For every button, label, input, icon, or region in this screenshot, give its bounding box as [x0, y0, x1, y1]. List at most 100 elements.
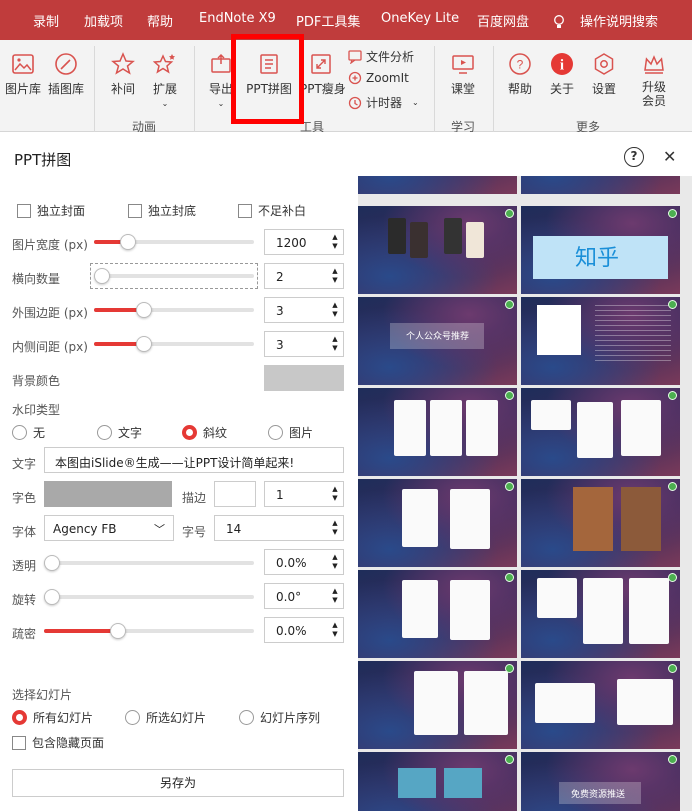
check-icon: [505, 664, 514, 673]
file-analysis-button[interactable]: 文件分析: [348, 48, 414, 65]
rotation-slider[interactable]: [44, 588, 254, 606]
include-hidden-checkbox[interactable]: 包含隐藏页面: [12, 734, 104, 751]
chevron-down-icon: ﹀: [154, 523, 165, 536]
spin-arrows-icon[interactable]: ▲ ▼: [330, 553, 340, 571]
watermark-diagonal-radio[interactable]: 斜纹: [182, 424, 227, 441]
all-slides-radio[interactable]: 所有幻灯片: [12, 709, 93, 726]
slide-thumbnail[interactable]: [521, 661, 680, 749]
slider-handle[interactable]: [120, 234, 136, 250]
slide-thumbnail[interactable]: [521, 388, 680, 476]
ppt-slim-button[interactable]: PPT瘦身: [300, 52, 346, 97]
rotation-label: 旋转: [12, 593, 37, 607]
slide-thumbnail[interactable]: 免费资源推送: [521, 752, 680, 811]
classroom-button[interactable]: 课堂: [446, 52, 480, 97]
slide-sequence-radio[interactable]: 幻灯片序列: [239, 709, 320, 726]
slider-handle[interactable]: [136, 302, 152, 318]
standalone-cover-checkbox[interactable]: 独立封面: [17, 202, 85, 219]
slide-thumbnail[interactable]: [358, 570, 517, 658]
slide-thumbnail[interactable]: [521, 479, 680, 567]
question-icon: ?: [509, 53, 531, 75]
slider-handle[interactable]: [44, 589, 60, 605]
help-icon[interactable]: ?: [624, 147, 644, 167]
slider-handle[interactable]: [44, 555, 60, 571]
about-button[interactable]: i 关于: [546, 52, 578, 97]
image-width-spinbox[interactable]: 1200 ▲ ▼: [264, 229, 344, 255]
spin-arrows-icon[interactable]: ▲ ▼: [330, 267, 340, 285]
zoomit-button[interactable]: ZoomIt: [348, 71, 409, 85]
density-slider[interactable]: [44, 622, 254, 640]
menu-addins[interactable]: 加载项: [84, 11, 123, 30]
slide-thumbnail[interactable]: [521, 297, 680, 385]
slider-handle[interactable]: [110, 623, 126, 639]
watermark-image-radio[interactable]: 图片: [268, 424, 313, 441]
slide-thumbnail[interactable]: [358, 752, 517, 811]
save-as-button[interactable]: 另存为: [12, 769, 344, 797]
menu-onekey[interactable]: OneKey Lite: [381, 11, 459, 26]
density-spinbox[interactable]: 0.0% ▲ ▼: [264, 617, 344, 643]
upgrade-member-button[interactable]: 升级 会员: [636, 52, 672, 108]
font-select[interactable]: Agency FB ﹀: [44, 515, 174, 541]
help-button[interactable]: ? 帮助: [504, 52, 536, 97]
stroke-spinbox[interactable]: 1 ▲ ▼: [264, 481, 344, 507]
tween-button[interactable]: 补间: [106, 52, 140, 97]
close-icon[interactable]: ✕: [663, 148, 676, 166]
spin-arrows-icon[interactable]: ▲ ▼: [330, 233, 340, 251]
slide-title: 免费资源推送: [571, 790, 626, 800]
menu-baidu-pan[interactable]: 百度网盘: [477, 11, 529, 30]
selected-slides-radio[interactable]: 所选幻灯片: [125, 709, 206, 726]
slider-handle[interactable]: [136, 336, 152, 352]
slider-handle[interactable]: [94, 268, 110, 284]
image-library-button[interactable]: 图片库: [4, 52, 42, 97]
watermark-type-label: 水印类型: [12, 403, 61, 417]
menu-record[interactable]: 录制: [33, 11, 59, 30]
menu-help[interactable]: 帮助: [147, 11, 173, 30]
image-width-slider[interactable]: [94, 233, 254, 251]
font-color-swatch[interactable]: [44, 481, 172, 507]
watermark-none-radio[interactable]: 无: [12, 424, 45, 441]
watermark-text-input[interactable]: 本图由iSlide®生成——让PPT设计简单起来!: [44, 447, 344, 473]
menu-pdf-tools[interactable]: PDF工具集: [296, 11, 360, 30]
font-size-spinbox[interactable]: 14 ▲ ▼: [214, 515, 344, 541]
slide-thumbnail[interactable]: [358, 176, 517, 194]
star-icon: [111, 52, 135, 75]
menu-endnote[interactable]: EndNote X9: [199, 11, 276, 26]
spin-arrows-icon[interactable]: ▲ ▼: [330, 587, 340, 605]
rotation-spinbox[interactable]: 0.0° ▲ ▼: [264, 583, 344, 609]
illustration-library-button[interactable]: 插图库: [46, 52, 86, 97]
fill-blank-checkbox[interactable]: 不足补白: [238, 202, 306, 219]
slide-thumbnail[interactable]: [521, 570, 680, 658]
settings-button[interactable]: 设置: [588, 52, 620, 97]
tell-me-search[interactable]: 操作说明搜索: [580, 11, 658, 30]
slide-thumbnail[interactable]: [358, 206, 517, 294]
opacity-label: 透明: [12, 559, 37, 573]
slide-thumbnail[interactable]: 知乎: [521, 206, 680, 294]
inner-gap-slider[interactable]: [94, 335, 254, 353]
inner-gap-spinbox[interactable]: 3 ▲ ▼: [264, 331, 344, 357]
bg-color-swatch[interactable]: [264, 365, 344, 391]
spin-arrows-icon[interactable]: ▲ ▼: [330, 301, 340, 319]
spin-arrows-icon[interactable]: ▲ ▼: [330, 519, 340, 537]
spin-arrows-icon[interactable]: ▲ ▼: [330, 335, 340, 353]
options-panel: 独立封面 独立封底 不足补白 图片宽度 (px) 1200 ▲ ▼ 横向数量 2 …: [0, 176, 356, 811]
slide-thumbnail[interactable]: 个人公众号推荐: [358, 297, 517, 385]
outer-margin-slider[interactable]: [94, 301, 254, 319]
standalone-backcover-checkbox[interactable]: 独立封底: [128, 202, 196, 219]
ribbon-separator: [434, 46, 435, 132]
stroke-color-swatch[interactable]: [214, 481, 256, 507]
slide-thumbnail[interactable]: [358, 388, 517, 476]
slide-thumbnail[interactable]: [358, 661, 517, 749]
opacity-slider[interactable]: [44, 554, 254, 572]
slide-thumbnail[interactable]: [521, 176, 680, 194]
extend-button[interactable]: 扩展 ⌄: [148, 52, 182, 108]
spin-arrows-icon[interactable]: ▲ ▼: [330, 621, 340, 639]
svg-text:?: ?: [517, 58, 524, 72]
slide-thumbnail[interactable]: [358, 479, 517, 567]
outer-margin-spinbox[interactable]: 3 ▲ ▼: [264, 297, 344, 323]
opacity-spinbox[interactable]: 0.0% ▲ ▼: [264, 549, 344, 575]
watermark-text-radio[interactable]: 文字: [97, 424, 142, 441]
columns-slider[interactable]: [90, 263, 258, 289]
stars-icon: [153, 54, 175, 74]
columns-spinbox[interactable]: 2 ▲ ▼: [264, 263, 344, 289]
timer-button[interactable]: 计时器 ⌄: [348, 94, 419, 111]
spin-arrows-icon[interactable]: ▲ ▼: [330, 485, 340, 503]
